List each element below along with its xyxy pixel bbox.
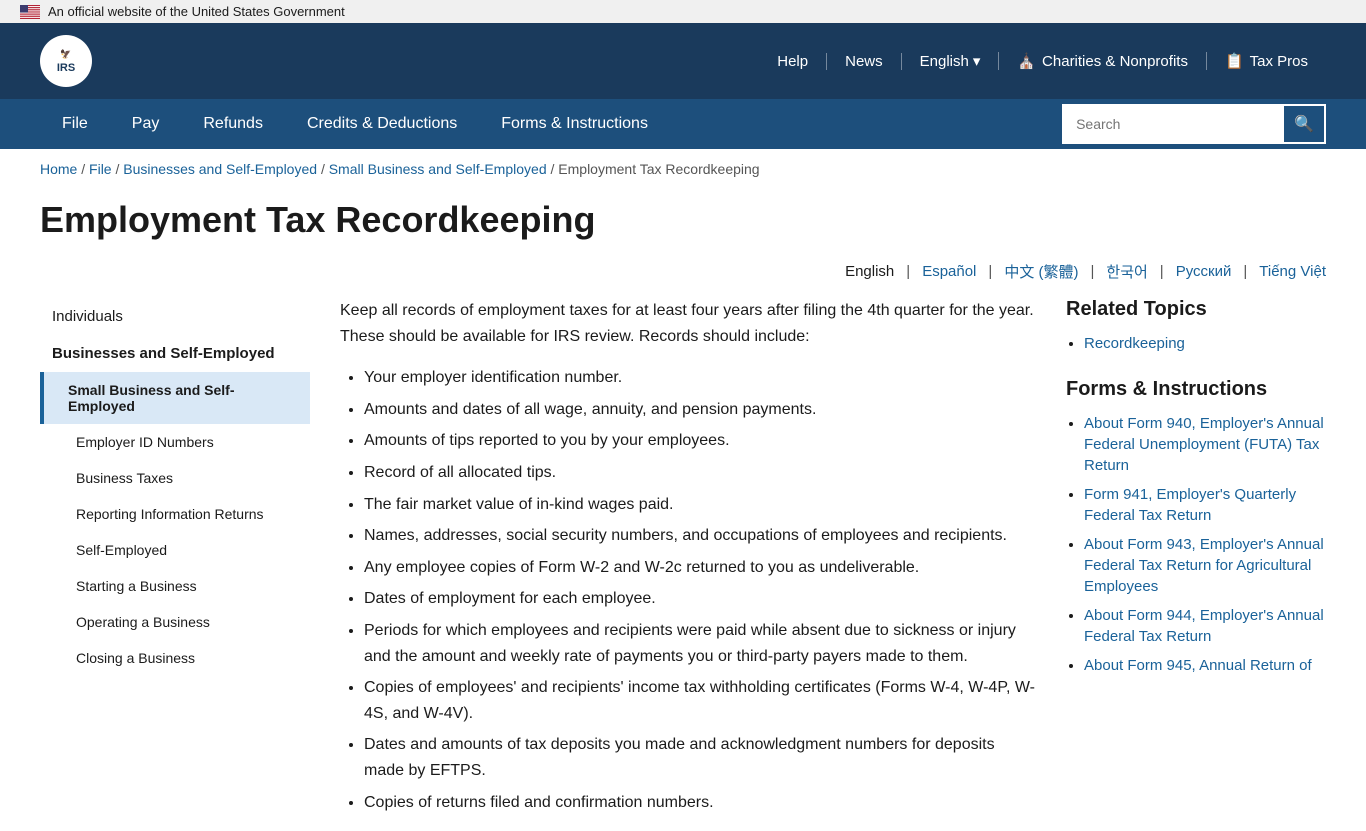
lang-russian[interactable]: Русский — [1176, 263, 1232, 280]
intro-text: Keep all records of employment taxes for… — [340, 298, 1036, 349]
news-link[interactable]: News — [827, 53, 902, 70]
english-lang-link[interactable]: English ▾ — [902, 52, 1000, 70]
form-945-link[interactable]: About Form 945, Annual Return of — [1084, 657, 1312, 674]
breadcrumb-small-business[interactable]: Small Business and Self-Employed — [329, 161, 547, 177]
sidebar-item-small-business[interactable]: Small Business and Self-Employed — [40, 372, 310, 424]
list-item: Your employer identification number. — [364, 365, 1036, 391]
content-list: Your employer identification number. Amo… — [364, 365, 1036, 815]
chevron-down-icon: ▾ — [973, 52, 981, 70]
main-nav: File Pay Refunds Credits & Deductions Fo… — [0, 99, 1366, 149]
sidebar-section-businesses: Businesses and Self-Employed Small Busin… — [40, 335, 310, 676]
main-article: Keep all records of employment taxes for… — [340, 298, 1036, 831]
list-item: About Form 943, Employer's Annual Federa… — [1084, 534, 1326, 597]
breadcrumb: Home / File / Businesses and Self-Employ… — [0, 149, 1366, 189]
nav-credits[interactable]: Credits & Deductions — [285, 99, 479, 149]
us-flag-icon — [20, 5, 40, 19]
search-area: 🔍 — [1062, 104, 1326, 144]
list-item: The fair market value of in-kind wages p… — [364, 492, 1036, 518]
charities-link[interactable]: ⛪ Charities & Nonprofits — [999, 52, 1207, 70]
sidebar-item-closing[interactable]: Closing a Business — [40, 640, 310, 676]
lang-english[interactable]: English — [845, 263, 894, 280]
taxpros-link[interactable]: 📋 Tax Pros — [1207, 52, 1326, 70]
sidebar-item-self-employed[interactable]: Self-Employed — [40, 532, 310, 568]
forms-instructions-title: Forms & Instructions — [1066, 378, 1326, 401]
svg-text:IRS: IRS — [57, 62, 75, 74]
search-input[interactable] — [1064, 106, 1284, 142]
forms-list: About Form 940, Employer's Annual Federa… — [1084, 413, 1326, 676]
gov-banner-text: An official website of the United States… — [48, 4, 345, 19]
breadcrumb-current: Employment Tax Recordkeeping — [558, 161, 759, 177]
lang-espanol[interactable]: Español — [922, 263, 976, 280]
form-941-link[interactable]: Form 941, Employer's Quarterly Federal T… — [1084, 486, 1296, 524]
help-link[interactable]: Help — [759, 53, 827, 70]
logo-area: 🦅 IRS — [40, 35, 92, 87]
taxpros-icon: 📋 — [1225, 52, 1244, 70]
breadcrumb-home[interactable]: Home — [40, 161, 77, 177]
sidebar-item-businesses[interactable]: Businesses and Self-Employed — [40, 335, 310, 372]
list-item: Amounts of tips reported to you by your … — [364, 428, 1036, 454]
nav-forms[interactable]: Forms & Instructions — [479, 99, 670, 149]
right-sidebar: Related Topics Recordkeeping Forms & Ins… — [1066, 298, 1326, 831]
list-item: Record of all allocated tips. — [364, 460, 1036, 486]
site-header: 🦅 IRS Help News English ▾ ⛪ Charities & … — [0, 23, 1366, 99]
search-button[interactable]: 🔍 — [1284, 106, 1324, 142]
list-item: Copies of returns filed and confirmation… — [364, 790, 1036, 816]
irs-logo-icon: 🦅 IRS — [40, 35, 92, 87]
gov-banner: An official website of the United States… — [0, 0, 1366, 23]
search-wrapper: 🔍 — [1062, 104, 1326, 144]
list-item: Any employee copies of Form W-2 and W-2c… — [364, 555, 1036, 581]
list-item: Names, addresses, social security number… — [364, 523, 1036, 549]
form-940-link[interactable]: About Form 940, Employer's Annual Federa… — [1084, 415, 1324, 474]
list-item: Dates and amounts of tax deposits you ma… — [364, 732, 1036, 783]
header-nav: Help News English ▾ ⛪ Charities & Nonpro… — [759, 52, 1326, 70]
content-wrapper: Individuals Businesses and Self-Employed… — [0, 298, 1366, 831]
list-item: Recordkeeping — [1084, 333, 1326, 354]
sidebar-item-starting[interactable]: Starting a Business — [40, 568, 310, 604]
list-item: Copies of employees' and recipients' inc… — [364, 675, 1036, 726]
sidebar-section-individuals: Individuals — [40, 298, 310, 335]
sidebar-item-individuals[interactable]: Individuals — [40, 298, 310, 335]
list-item: About Form 945, Annual Return of — [1084, 655, 1326, 676]
list-item: About Form 940, Employer's Annual Federa… — [1084, 413, 1326, 476]
nav-pay[interactable]: Pay — [110, 99, 182, 149]
charities-icon: ⛪ — [1017, 52, 1036, 70]
sidebar-item-operating[interactable]: Operating a Business — [40, 604, 310, 640]
list-item: About Form 944, Employer's Annual Federa… — [1084, 605, 1326, 647]
related-topics-list: Recordkeeping — [1084, 333, 1326, 354]
related-topics-title: Related Topics — [1066, 298, 1326, 321]
sidebar: Individuals Businesses and Self-Employed… — [40, 298, 310, 831]
lang-chinese[interactable]: 中文 (繁體) — [1004, 261, 1078, 282]
recordkeeping-link[interactable]: Recordkeeping — [1084, 335, 1185, 352]
lang-vietnamese[interactable]: Tiếng Việt — [1259, 263, 1326, 280]
lang-korean[interactable]: 한국어 — [1106, 261, 1147, 282]
sidebar-item-reporting[interactable]: Reporting Information Returns — [40, 496, 310, 532]
page-title: Employment Tax Recordkeeping — [40, 199, 1326, 241]
svg-text:🦅: 🦅 — [60, 48, 71, 59]
list-item: Dates of employment for each employee. — [364, 586, 1036, 612]
nav-file[interactable]: File — [40, 99, 110, 149]
language-selector: English | Español | 中文 (繁體) | 한국어 | Русс… — [0, 261, 1366, 298]
sidebar-item-employer-id[interactable]: Employer ID Numbers — [40, 424, 310, 460]
form-943-link[interactable]: About Form 943, Employer's Annual Federa… — [1084, 536, 1324, 595]
list-item: Amounts and dates of all wage, annuity, … — [364, 397, 1036, 423]
breadcrumb-businesses[interactable]: Businesses and Self-Employed — [123, 161, 317, 177]
nav-refunds[interactable]: Refunds — [181, 99, 285, 149]
breadcrumb-file[interactable]: File — [89, 161, 112, 177]
list-item: Form 941, Employer's Quarterly Federal T… — [1084, 484, 1326, 526]
sidebar-item-business-taxes[interactable]: Business Taxes — [40, 460, 310, 496]
page-title-area: Employment Tax Recordkeeping — [0, 189, 1366, 261]
form-944-link[interactable]: About Form 944, Employer's Annual Federa… — [1084, 607, 1324, 645]
list-item: Periods for which employees and recipien… — [364, 618, 1036, 669]
